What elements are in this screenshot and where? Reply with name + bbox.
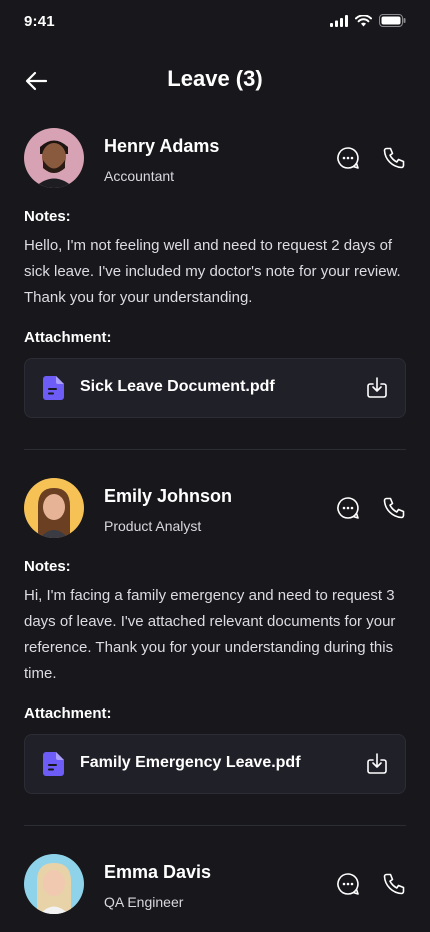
phone-icon[interactable]	[382, 496, 406, 520]
attachment-filename: Sick Leave Document.pdf	[80, 378, 275, 395]
header: Leave (3)	[0, 56, 430, 104]
page-title: Leave (3)	[167, 66, 263, 91]
document-icon	[43, 752, 64, 776]
notes-text: Hi, I'm facing a family emergency and ne…	[24, 587, 396, 682]
contact-actions	[336, 496, 406, 520]
employee-row: Emily Johnson Product Analyst	[24, 478, 406, 542]
chat-icon[interactable]	[336, 872, 360, 896]
avatar	[24, 478, 84, 538]
notes-label: Notes:	[24, 208, 71, 225]
employee-role: Accountant	[104, 168, 175, 184]
document-icon	[43, 376, 64, 400]
leave-request-card: Emily Johnson Product Analyst Notes: Hi,…	[24, 478, 406, 794]
status-time: 9:41	[24, 13, 55, 30]
attachment-file[interactable]: Sick Leave Document.pdf	[24, 358, 406, 418]
avatar	[24, 854, 84, 914]
attachment-label: Attachment:	[24, 329, 112, 346]
employee-row: Henry Adams Accountant	[24, 128, 406, 192]
status-bar: 9:41	[0, 0, 430, 44]
signal-icon	[330, 14, 348, 27]
phone-icon[interactable]	[382, 872, 406, 896]
wifi-icon	[355, 14, 372, 26]
notes-text: Hello, I'm not feeling well and need to …	[24, 237, 401, 306]
divider	[24, 449, 406, 450]
employee-name: Henry Adams	[104, 136, 220, 156]
battery-icon	[379, 14, 406, 27]
leave-request-card: Emma Davis QA Engineer	[24, 854, 406, 918]
phone-icon[interactable]	[382, 146, 406, 170]
download-icon[interactable]	[365, 376, 389, 400]
contact-actions	[336, 872, 406, 896]
attachment-filename: Family Emergency Leave.pdf	[80, 754, 301, 771]
employee-name: Emma Davis	[104, 862, 212, 882]
avatar	[24, 128, 84, 188]
employee-role: QA Engineer	[104, 894, 184, 910]
notes-label: Notes:	[24, 558, 71, 575]
employee-role: Product Analyst	[104, 518, 202, 534]
employee-row: Emma Davis QA Engineer	[24, 854, 406, 918]
chat-icon[interactable]	[336, 146, 360, 170]
download-icon[interactable]	[365, 752, 389, 776]
employee-name: Emily Johnson	[104, 486, 233, 506]
chat-icon[interactable]	[336, 496, 360, 520]
contact-actions	[336, 146, 406, 170]
status-icons	[330, 14, 406, 27]
attachment-label: Attachment:	[24, 705, 112, 722]
divider	[24, 825, 406, 826]
attachment-file[interactable]: Family Emergency Leave.pdf	[24, 734, 406, 794]
leave-request-card: Henry Adams Accountant Notes: Hello, I'm…	[24, 128, 406, 418]
